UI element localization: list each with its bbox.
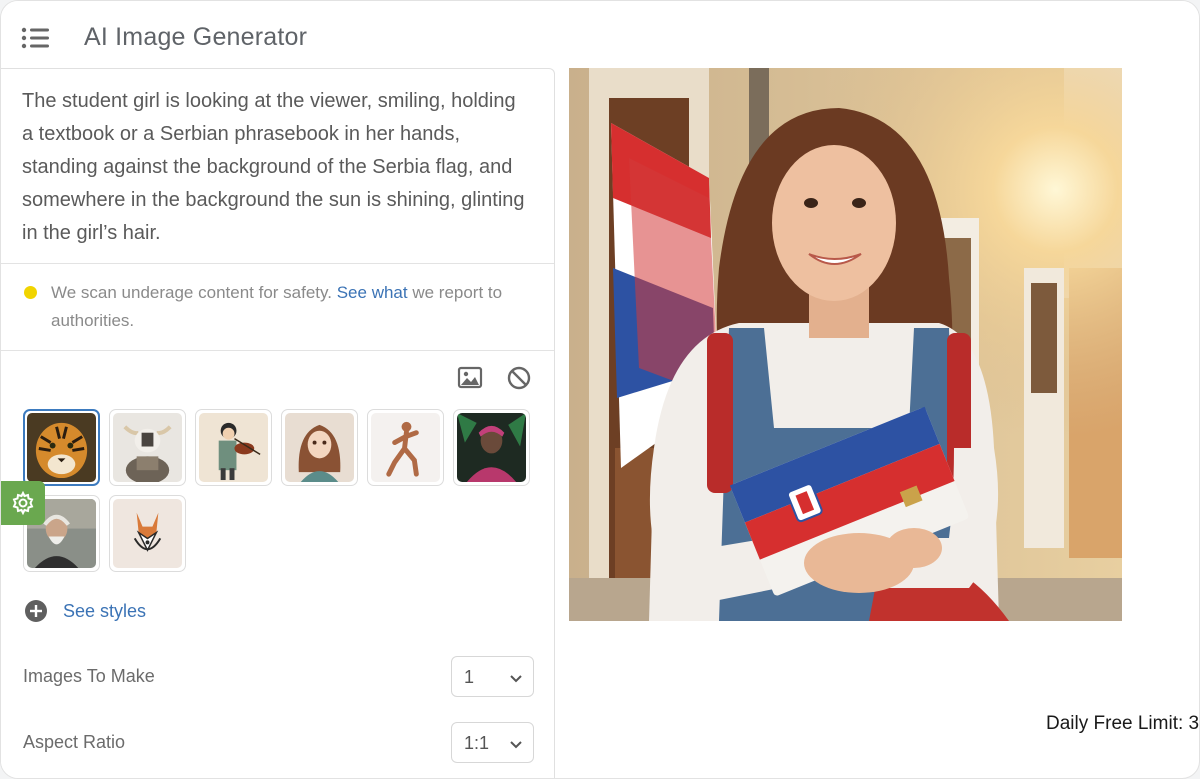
see-styles-label: See styles [63,601,147,621]
images-to-make-select[interactable]: 1 [451,656,534,697]
style-thumb-robot-bull[interactable] [109,409,186,486]
prohibit-icon[interactable] [506,365,532,391]
images-to-make-label: Images To Make [23,666,155,686]
chevron-down-icon [509,671,523,683]
settings-gear-button[interactable] [1,481,45,525]
safety-notice: We scan underage content for safety. See… [51,279,521,335]
generated-image[interactable] [569,68,1122,621]
style-thumb-violinist[interactable] [195,409,272,486]
daily-limit-text: Daily Free Limit: 3 [1046,713,1200,734]
divider [1,263,554,264]
style-thumb-dog-logo[interactable] [109,495,186,572]
menu-icon[interactable] [21,27,51,49]
aspect-ratio-label: Aspect Ratio [23,732,126,752]
style-thumb-bronze-runner[interactable] [367,409,444,486]
style-thumb-neon-warrior[interactable] [453,409,530,486]
prompt-textarea[interactable]: The student girl is looking at the viewe… [22,85,532,250]
style-thumb-anime-girl[interactable] [281,409,358,486]
chevron-down-icon [509,737,523,749]
aspect-ratio-value: 1:1 [464,733,490,753]
divider [1,350,554,351]
images-to-make-value: 1 [464,667,475,687]
notice-dot-icon [24,286,37,299]
style-thumb-tiger[interactable] [23,409,100,486]
plus-circle-icon [24,599,48,628]
see-what-link[interactable]: See what [337,283,408,302]
top-bar: AI Image Generator [1,1,1199,69]
aspect-ratio-select[interactable]: 1:1 [451,722,534,763]
image-icon[interactable] [457,365,483,391]
app-title: AI Image Generator [84,23,308,51]
settings-panel: The student girl is looking at the viewe… [1,68,555,778]
gear-icon [11,490,35,520]
app-window: AI Image Generator The student girl is l… [0,0,1200,779]
notice-text-before: We scan underage content for safety. [51,283,337,302]
